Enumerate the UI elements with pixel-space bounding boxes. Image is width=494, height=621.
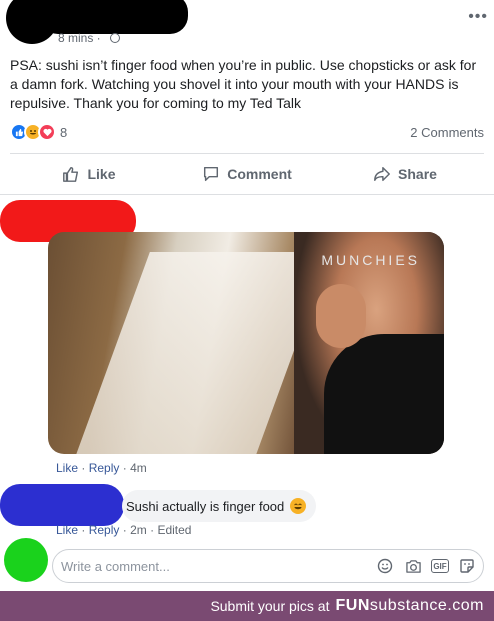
brand-tld: .com xyxy=(447,597,484,614)
gif-counter xyxy=(66,252,330,454)
comment-reply-link[interactable]: Reply xyxy=(89,461,120,475)
footer-brand: FUNsubstance.com xyxy=(336,597,485,615)
gif-watermark: MUNCHIES xyxy=(321,252,420,268)
comment-gif[interactable]: MUNCHIES xyxy=(48,232,444,454)
like-button[interactable]: Like xyxy=(10,154,168,193)
post-meta: 8 mins · xyxy=(58,31,121,45)
comment-time[interactable]: 4m xyxy=(130,461,147,475)
post-card: 8 mins · ••• PSA: sushi isn’t finger foo… xyxy=(0,0,494,195)
comment-like-link-2[interactable]: Like xyxy=(56,523,78,537)
emoji-icon[interactable] xyxy=(375,556,395,576)
brand-sub: substance xyxy=(369,597,448,614)
reactions-summary[interactable]: 8 xyxy=(10,123,67,141)
love-reaction-icon xyxy=(38,123,56,141)
post-actions: Like Comment Share xyxy=(10,153,484,193)
post-time[interactable]: 8 mins xyxy=(58,31,93,45)
comment-meta: Like · Reply · 4m xyxy=(56,461,147,475)
current-user-avatar-redacted xyxy=(4,538,48,582)
redacted-name xyxy=(40,0,188,34)
comment-input[interactable] xyxy=(61,558,367,574)
comment-icon xyxy=(204,166,219,181)
laughing-emoji-icon xyxy=(290,498,307,514)
post-text: PSA: sushi isn’t finger food when you’re… xyxy=(10,57,477,111)
comment-meta-2: Like · Reply · 2m · Edited xyxy=(56,523,192,537)
gif-icon[interactable]: GIF xyxy=(431,559,449,573)
like-label: Like xyxy=(87,165,116,182)
comment-composer: GIF xyxy=(52,549,484,583)
gif-shirt xyxy=(324,334,444,454)
comment-bubble: Sushi actually is finger food xyxy=(122,490,317,522)
share-icon xyxy=(374,166,390,181)
composer-icons: GIF xyxy=(367,556,477,576)
camera-icon[interactable] xyxy=(403,556,423,576)
reaction-count: 8 xyxy=(60,124,68,140)
thumbs-up-icon xyxy=(63,166,79,182)
sticker-icon[interactable] xyxy=(457,556,477,576)
edited-label[interactable]: Edited xyxy=(157,523,191,537)
comment-text: Sushi actually is finger food xyxy=(126,498,285,514)
comment-reply-link-2[interactable]: Reply xyxy=(89,523,120,537)
share-button[interactable]: Share xyxy=(326,154,484,193)
watermark-footer: Submit your pics at FUNsubstance.com xyxy=(0,591,494,621)
comment-label: Comment xyxy=(227,165,292,182)
more-options-icon[interactable]: ••• xyxy=(468,8,488,26)
globe-icon xyxy=(110,33,121,43)
gif-hand xyxy=(316,284,366,348)
footer-text: Submit your pics at xyxy=(210,598,330,614)
share-label: Share xyxy=(398,165,437,182)
comment-time-2[interactable]: 2m xyxy=(130,523,147,537)
brand-fun: FUN xyxy=(335,597,370,614)
comment-button[interactable]: Comment xyxy=(168,154,326,193)
commenter-avatar-redacted-2[interactable] xyxy=(0,484,124,526)
comments-count-link[interactable]: 2 Comments xyxy=(410,125,484,140)
comment-like-link[interactable]: Like xyxy=(56,461,78,475)
